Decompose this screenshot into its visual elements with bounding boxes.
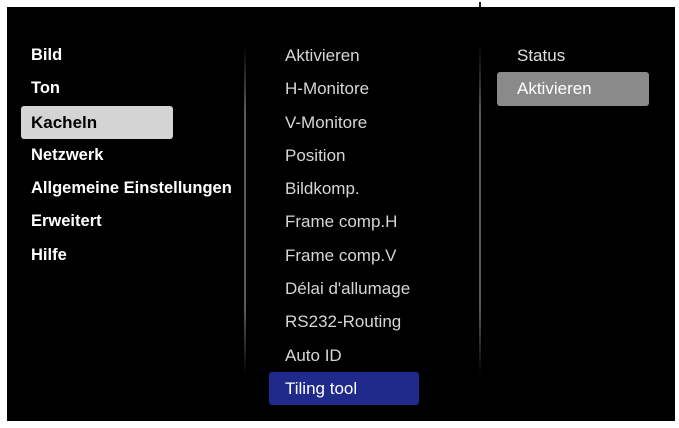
main-menu-item-kacheln[interactable]: Kacheln [21, 105, 173, 139]
main-menu-item-erweitert[interactable]: Erweitert [21, 205, 261, 238]
submenu-item-tiling-tool[interactable]: Tiling tool [269, 371, 419, 406]
main-menu-column: Bild Ton Kacheln Netzwerk Allgemeine Ein… [21, 39, 261, 272]
submenu-item-rs232-routing[interactable]: RS232-Routing [269, 305, 429, 338]
main-menu-item-ton[interactable]: Ton [21, 72, 261, 105]
submenu-item-bildkomp[interactable]: Bildkomp. [269, 172, 429, 205]
submenu-column: Aktivieren H-Monitore V-Monitore Positio… [269, 39, 429, 406]
osd-menu-panel: Bild Ton Kacheln Netzwerk Allgemeine Ein… [7, 7, 675, 421]
submenu-item-frame-comp-h[interactable]: Frame comp.H [269, 205, 429, 238]
submenu-item-auto-id[interactable]: Auto ID [269, 339, 429, 372]
submenu-item-h-monitore[interactable]: H-Monitore [269, 72, 429, 105]
column-divider-left [244, 45, 246, 375]
submenu-item-delai-allumage[interactable]: Délai d'allumage [269, 272, 429, 305]
main-menu-item-bild[interactable]: Bild [21, 39, 261, 72]
submenu-item-v-monitore[interactable]: V-Monitore [269, 106, 429, 139]
submenu-item-position[interactable]: Position [269, 139, 429, 172]
submenu-item-aktivieren[interactable]: Aktivieren [269, 39, 429, 72]
submenu-item-frame-comp-v[interactable]: Frame comp.V [269, 239, 429, 272]
main-menu-item-allgemeine-einstellungen[interactable]: Allgemeine Einstellungen [21, 172, 261, 205]
option-aktivieren[interactable]: Aktivieren [497, 72, 649, 106]
main-menu-item-netzwerk[interactable]: Netzwerk [21, 139, 261, 172]
options-column: Status Aktivieren [497, 39, 657, 106]
column-divider-right [479, 45, 481, 375]
main-menu-item-hilfe[interactable]: Hilfe [21, 239, 261, 272]
option-status[interactable]: Status [497, 39, 657, 72]
